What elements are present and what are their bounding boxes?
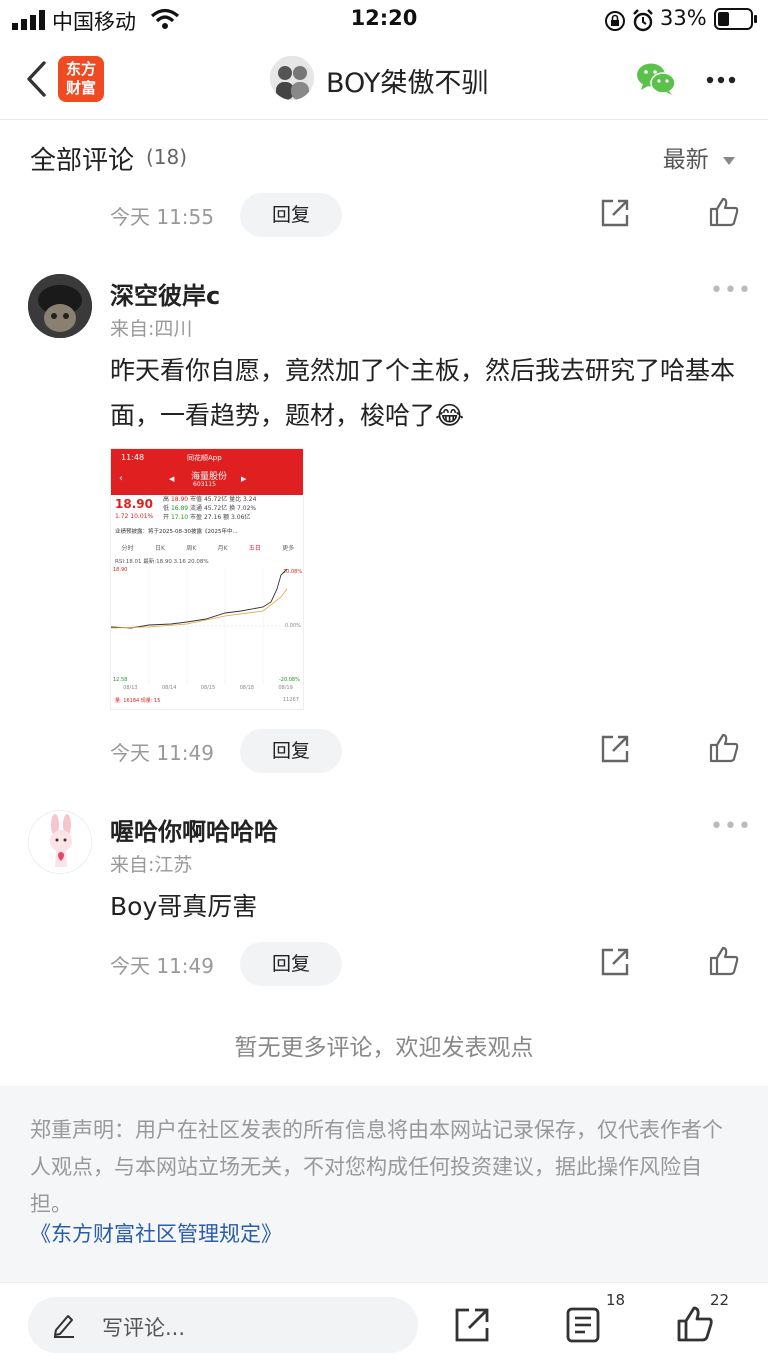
username[interactable]: 喔哈你啊哈哈哈 [110,812,278,847]
more-options-icon[interactable]: ••• [710,278,752,303]
thumb-notice: 业绩预披露：将于2025-08-30披露《2025年中... [115,529,238,535]
like-icon[interactable] [708,945,740,977]
comment-count: (18) [146,145,188,169]
thumb-volume: 量: 16184 现量: 15 [115,698,161,704]
community-rules-link[interactable]: 《东方财富社区管理规定》 [30,1218,282,1248]
thumb-next-icon: ▶ [241,475,247,483]
page-title[interactable]: BOY桀傲不驯 [326,61,488,100]
thumb-clock: 11:48 [121,453,145,462]
avatar[interactable] [28,810,92,874]
author-avatar[interactable] [270,56,314,100]
comments-count-badge: 18 [606,1291,626,1309]
thumb-chart [111,567,303,685]
sort-dropdown[interactable]: 最新 [663,140,736,174]
comment-actions: 今天 11:55 回复 [0,190,768,240]
nav-bar: 东方 财富 BOY桀傲不驯 [0,40,768,120]
status-bar: 中国移动 12:20 33% [0,0,768,40]
share-icon[interactable] [600,947,630,977]
comment-time: 今天 11:49 [110,954,214,978]
thumb-stats: 高 18.90 市值 45.72亿 量比 3.24 低 16.89 流通 45.… [163,496,257,521]
thumb-app-name: 同花顺App [187,454,222,462]
comments-icon[interactable] [566,1307,600,1343]
share-icon[interactable] [454,1307,490,1343]
share-icon[interactable] [600,198,630,228]
battery-percent: 33% [660,6,707,30]
share-icon[interactable] [600,734,630,764]
thumb-header: 11:48 同花顺App 海量股份 603115 ‹ ◀ ▶ [111,449,303,495]
section-title: 全部评论 [30,146,135,176]
comment-time: 今天 11:49 [110,741,214,765]
thumb-stock-code: 603115 [193,481,216,488]
battery-icon [714,8,757,30]
comments-header: 全部评论 (18) 最新 [0,120,768,188]
thumb-prev-icon: ◀ [169,475,175,483]
disclaimer-text: 郑重声明：用户在社区发表的所有信息将由本网站记录保存，仅代表作者个人观点，与本网… [30,1118,723,1216]
thumb-back-icon: ‹ [119,473,123,484]
comment-actions: 今天 11:49 回复 [0,726,768,776]
location: 来自:四川 [110,318,193,340]
thumb-legend: RSI:18.01 最新:18.90 3.16 20.08% [115,559,209,565]
no-more-comments: 暂无更多评论，欢迎发表观点 [234,1035,534,1061]
comment-actions: 今天 11:49 回复 [0,939,768,989]
comment-input-placeholder: 写评论... [102,1316,186,1340]
caret-down-icon [723,156,735,165]
alarm-icon [633,9,653,32]
reply-button[interactable]: 回复 [240,729,342,773]
comment-input[interactable]: 写评论... [28,1297,418,1353]
app-logo[interactable]: 东方 财富 [58,56,104,102]
attached-image[interactable]: 11:48 同花顺App 海量股份 603115 ‹ ◀ ▶ 18.90 1.7… [110,448,304,710]
bottom-bar: 写评论... 18 22 [0,1282,768,1366]
thumb-price: 18.90 [115,497,153,511]
disclaimer-panel: 郑重声明：用户在社区发表的所有信息将由本网站记录保存，仅代表作者个人观点，与本网… [0,1086,768,1282]
reply-button[interactable]: 回复 [240,193,342,237]
wechat-icon[interactable] [636,62,676,96]
pen-icon [54,1315,74,1338]
back-icon[interactable] [24,60,48,98]
comment-text: Boy哥真厉害 [110,892,258,921]
location: 来自:江苏 [110,854,193,876]
thumb-dates: 08/13 08/14 08/15 08/18 08/19 [123,685,293,691]
more-options-icon[interactable]: ••• [710,814,752,839]
like-icon[interactable] [708,732,740,764]
likes-count-badge: 22 [710,1291,730,1309]
avatar[interactable] [28,274,92,338]
thumb-change: 1.72 10.01% [115,513,154,520]
like-icon[interactable] [676,1305,714,1343]
sort-label: 最新 [662,147,709,173]
thumb-tabs: 分时 日K 周K 月K 五日 更多 [121,545,295,552]
logo-text-top: 东方 [65,60,96,78]
rotation-lock-icon [605,11,625,31]
username[interactable]: 深空彼岸c [110,276,220,311]
more-icon[interactable] [706,76,736,84]
thumb-volume-right: 11267 [283,697,299,703]
comment-text: 昨天看你自愿，竟然加了个主板，然后我去研究了哈基本面，一看趋势，题材，梭哈了😂 [110,356,736,430]
comment-time: 今天 11:55 [110,205,214,229]
like-icon[interactable] [708,196,740,228]
reply-button[interactable]: 回复 [240,942,342,986]
logo-text-bottom: 财富 [65,79,96,97]
